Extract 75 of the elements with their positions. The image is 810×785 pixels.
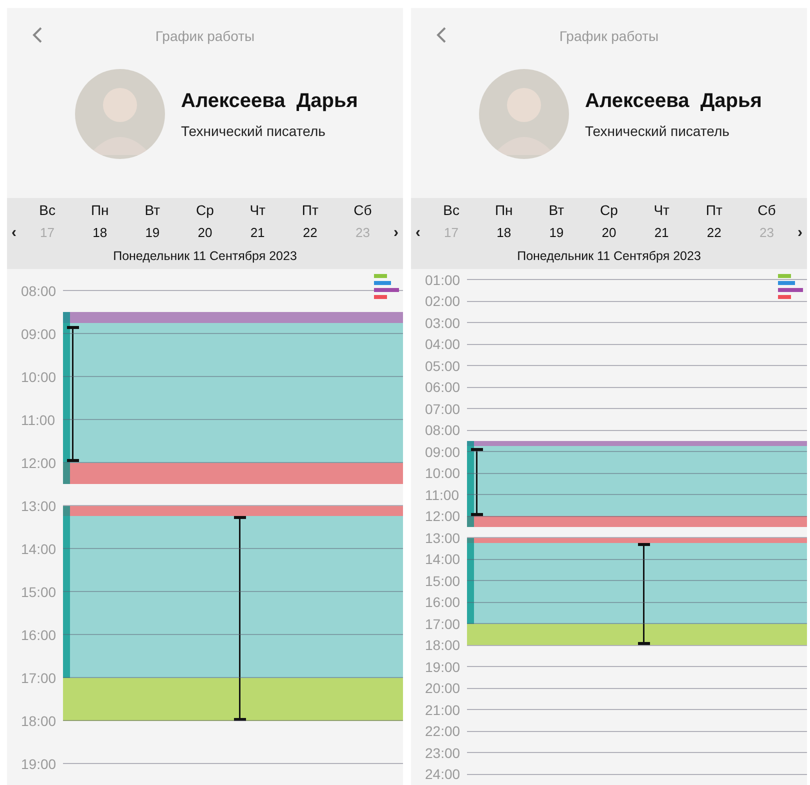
hour-label: 12:00 [424, 509, 462, 524]
day-button[interactable]: 20 [602, 225, 616, 240]
weekday-label: Вс [443, 202, 460, 218]
hour-label: 01:00 [424, 272, 462, 287]
hour-label: 07:00 [424, 402, 462, 416]
employee-position: Технический писатель [585, 122, 730, 138]
weekday-label: Пт [706, 202, 722, 218]
hour-label: 12:00 [20, 456, 58, 470]
weekday-label: Ср [600, 202, 618, 218]
screen-title: График работы [155, 28, 255, 44]
day-button[interactable]: 22 [706, 225, 722, 240]
hour-label: 20:00 [424, 681, 462, 696]
day-button[interactable]: 20 [198, 225, 212, 240]
hour-label: 15:00 [20, 584, 58, 598]
hour-label: 18:00 [424, 638, 462, 652]
legend-icon[interactable] [777, 273, 805, 301]
hour-label: 02:00 [424, 294, 462, 308]
hour-label: 09:00 [424, 444, 462, 459]
hour-label: 23:00 [424, 746, 462, 760]
weekday-label: Вт [144, 202, 160, 218]
hour-label: 06:00 [424, 380, 462, 394]
hour-label: 24:00 [424, 767, 462, 782]
weekday-label: Вт [548, 202, 564, 218]
weekday-label: Чт [250, 202, 266, 218]
previous-week-button[interactable]: ‹ [10, 224, 18, 241]
current-date: Понедельник 11 Сентября 2023 [516, 248, 702, 265]
hour-label: 21:00 [424, 702, 462, 717]
weekday-label: Ср [196, 202, 214, 218]
day-button[interactable]: 21 [654, 225, 669, 240]
hour-label: 17:00 [20, 670, 58, 684]
hour-label: 05:00 [424, 358, 462, 373]
hour-label: 10:00 [20, 370, 58, 384]
hour-label: 09:00 [20, 326, 58, 340]
day-button[interactable]: 19 [145, 225, 160, 240]
hour-label: 10:00 [424, 466, 462, 480]
hour-label: 08:00 [20, 284, 58, 298]
hour-label: 13:00 [424, 530, 462, 545]
hour-label: 18:00 [20, 714, 58, 728]
hour-label: 14:00 [20, 542, 58, 556]
weekday-label: Чт [654, 202, 670, 218]
weekday-label: Сб [354, 202, 372, 218]
day-button[interactable]: 19 [549, 225, 564, 240]
hour-label: 11:00 [20, 412, 56, 426]
hour-label: 22:00 [424, 724, 462, 738]
employee-name: Алексеева Дарья [181, 90, 358, 112]
hour-label: 11:00 [424, 488, 460, 502]
hour-label: 16:00 [20, 628, 58, 642]
hour-label: 16:00 [424, 595, 462, 610]
current-date: Понедельник 11 Сентября 2023 [112, 248, 298, 265]
hour-label: 19:00 [424, 660, 462, 674]
hour-label: 08:00 [424, 423, 462, 438]
day-button[interactable]: 22 [302, 225, 318, 240]
weekday-label: Вс [39, 202, 56, 218]
employee-position: Технический писатель [181, 122, 326, 138]
employee-name: Алексеева Дарья [585, 90, 762, 112]
weekday-label: Пт [302, 202, 318, 218]
hour-label: 17:00 [424, 616, 462, 631]
hour-label: 04:00 [424, 337, 462, 352]
weekday-label: Пн [494, 202, 513, 218]
day-button[interactable]: 21 [250, 225, 265, 240]
hour-label: 14:00 [424, 552, 462, 566]
day-button[interactable]: 18 [496, 225, 512, 240]
next-week-button[interactable]: › [392, 224, 400, 241]
day-button[interactable]: 18 [92, 225, 108, 240]
hour-label: 19:00 [20, 756, 58, 770]
screen-title: График работы [559, 28, 659, 44]
weekday-label: Сб [758, 202, 776, 218]
previous-week-button[interactable]: ‹ [414, 224, 422, 241]
hour-label: 15:00 [424, 574, 462, 588]
hour-label: 03:00 [424, 316, 462, 330]
weekday-label: Пн [90, 202, 109, 218]
hour-label: 13:00 [20, 498, 58, 512]
duration-marker [471, 448, 483, 516]
legend-icon[interactable] [373, 273, 401, 301]
next-week-button[interactable]: › [796, 224, 804, 241]
